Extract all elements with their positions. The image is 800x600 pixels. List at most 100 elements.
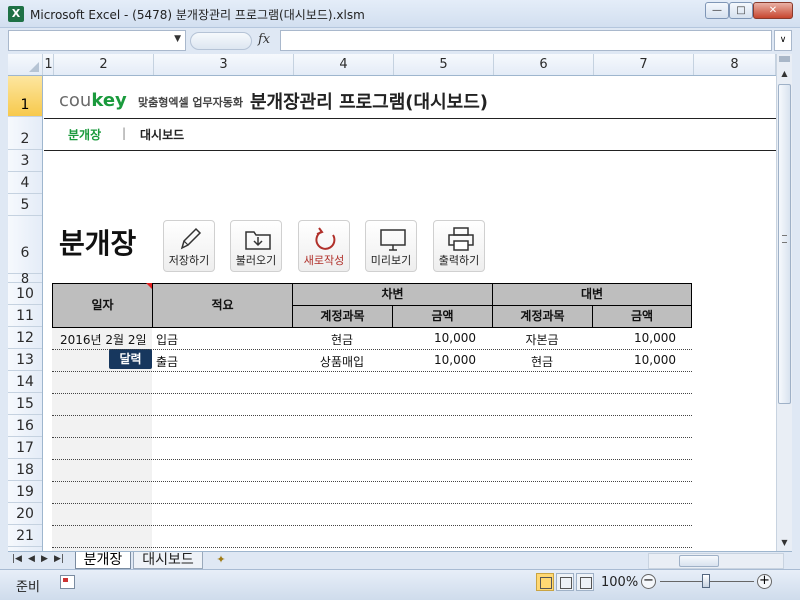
row-header-bar: 1 2 3 4 5 6 8 10 11 12 13 14 15 16 17 18…	[8, 76, 43, 551]
insert-sheet-icon[interactable]: ✦	[208, 553, 234, 568]
row-header[interactable]: 19	[8, 481, 42, 503]
column-header[interactable]: 1	[44, 54, 54, 75]
table-header-credit-amount: 금액	[592, 305, 692, 328]
row-header[interactable]: 14	[8, 371, 42, 393]
sheet-tab-bar: |◀ ◀ ▶ ▶| 분개장 대시보드 ✦	[8, 551, 792, 569]
horizontal-scrollbar[interactable]	[648, 553, 784, 569]
table-cell-credit-account[interactable]: 자본금	[492, 331, 592, 348]
first-sheet-icon[interactable]: |◀	[12, 554, 22, 564]
vertical-scroll-thumb[interactable]	[778, 84, 791, 404]
page-layout-view-button[interactable]	[556, 573, 574, 591]
row-header[interactable]: 2	[8, 117, 42, 150]
column-header[interactable]: 4	[294, 54, 394, 75]
chevron-down-icon[interactable]: ▼	[174, 34, 181, 44]
next-sheet-icon[interactable]: ▶	[41, 554, 48, 564]
prev-sheet-icon[interactable]: ◀	[28, 554, 35, 564]
table-cell-summary[interactable]: 입금	[156, 331, 178, 348]
status-bar: 준비 100% − +	[0, 569, 800, 600]
new-entry-button[interactable]: 새로작성	[298, 220, 350, 272]
column-header[interactable]: 7	[594, 54, 694, 75]
table-cell-debit-amount[interactable]: 10,000	[392, 353, 476, 367]
formula-input[interactable]	[280, 30, 772, 51]
table-row-divider	[52, 371, 692, 372]
sheet-canvas: coukey 맞춤형엑셀 업무자동화 분개장관리 프로그램(대시보드) 분개장 …	[44, 76, 776, 551]
sheet-tab-dashboard[interactable]: 대시보드	[133, 552, 203, 569]
row-header[interactable]: 8	[8, 273, 42, 286]
table-cell-credit-amount[interactable]: 10,000	[592, 331, 676, 345]
macro-record-icon[interactable]	[60, 575, 75, 589]
zoom-slider-thumb[interactable]	[702, 574, 710, 588]
column-header[interactable]: 5	[394, 54, 494, 75]
formula-bar-splitter[interactable]	[190, 32, 252, 50]
table-row-divider	[52, 327, 692, 328]
preview-button[interactable]: 미리보기	[365, 220, 417, 272]
table-row-divider	[52, 437, 692, 438]
coukey-logo: coukey	[59, 90, 127, 111]
horizontal-scroll-thumb[interactable]	[679, 555, 719, 567]
table-row-divider	[52, 393, 692, 394]
row-header[interactable]: 18	[8, 459, 42, 481]
row-header[interactable]: 5	[8, 194, 42, 216]
table-header-credit: 대변	[492, 283, 692, 306]
print-button[interactable]: 출력하기	[433, 220, 485, 272]
comment-indicator[interactable]	[146, 283, 152, 289]
normal-view-button[interactable]	[536, 573, 554, 591]
table-cell-summary[interactable]: 출금	[156, 353, 178, 370]
row-header[interactable]: 17	[8, 437, 42, 459]
zoom-in-icon[interactable]: +	[757, 574, 772, 589]
nav-link-dashboard[interactable]: 대시보드	[140, 126, 184, 143]
row-header[interactable]: 3	[8, 150, 42, 172]
calendar-picker-button[interactable]: 달력	[109, 349, 152, 369]
close-button[interactable]: ✕	[753, 2, 793, 19]
logo-tagline: 맞춤형엑셀 업무자동화	[138, 96, 244, 109]
zoom-level[interactable]: 100%	[601, 575, 638, 590]
table-row-divider	[52, 503, 692, 504]
nav-separator: |	[122, 126, 127, 140]
insert-function-icon[interactable]: fx	[258, 32, 270, 47]
load-button[interactable]: 불러오기	[230, 220, 282, 272]
table-header-debit: 차변	[292, 283, 493, 306]
table-row-divider	[52, 349, 692, 350]
split-handle[interactable]	[779, 56, 790, 62]
last-sheet-icon[interactable]: ▶|	[54, 554, 64, 564]
row-header[interactable]: 20	[8, 503, 42, 525]
table-cell-date[interactable]: 2016년 2월 2일	[60, 331, 147, 348]
table-header-summary: 적요	[152, 283, 293, 328]
vertical-scrollbar[interactable]: ▲ ▼	[776, 54, 792, 551]
page-break-view-button[interactable]	[576, 573, 594, 591]
column-header[interactable]: 2	[54, 54, 154, 75]
row-header[interactable]: 4	[8, 172, 42, 194]
table-cell-debit-account[interactable]: 상품매입	[292, 353, 392, 370]
row-header[interactable]: 6	[8, 216, 42, 274]
table-cell-debit-amount[interactable]: 10,000	[392, 331, 476, 345]
status-ready-text: 준비	[16, 580, 40, 595]
expand-formula-bar-button[interactable]: ∨	[774, 30, 792, 51]
minimize-button[interactable]: —	[705, 2, 729, 19]
row-header[interactable]: 11	[8, 305, 42, 327]
row-header[interactable]: 21	[8, 525, 42, 547]
table-cell-debit-account[interactable]: 현금	[292, 331, 392, 348]
row-header[interactable]: 16	[8, 415, 42, 437]
column-header[interactable]: 6	[494, 54, 594, 75]
row-header[interactable]: 12	[8, 327, 42, 349]
program-title: 분개장관리 프로그램(대시보드)	[250, 92, 488, 113]
row-header[interactable]: 1	[8, 76, 42, 117]
maximize-button[interactable]: □	[729, 2, 753, 19]
scroll-up-icon[interactable]: ▲	[777, 66, 792, 82]
sheet-tab-journal[interactable]: 분개장	[75, 552, 131, 569]
column-header[interactable]: 3	[154, 54, 294, 75]
table-row-divider	[52, 459, 692, 460]
zoom-out-icon[interactable]: −	[641, 574, 656, 589]
row-header[interactable]: 10	[8, 283, 42, 305]
select-all-corner[interactable]	[8, 54, 43, 75]
name-box[interactable]: ▼	[8, 30, 186, 51]
save-button[interactable]: 저장하기	[163, 220, 215, 272]
table-header-debit-account: 계정과목	[292, 305, 393, 328]
table-cell-credit-account[interactable]: 현금	[492, 353, 592, 370]
nav-link-journal[interactable]: 분개장	[68, 126, 101, 143]
row-header[interactable]: 15	[8, 393, 42, 415]
column-header[interactable]: 8	[694, 54, 776, 75]
table-cell-credit-amount[interactable]: 10,000	[592, 353, 676, 367]
row-header[interactable]: 13	[8, 349, 42, 371]
scroll-down-icon[interactable]: ▼	[777, 535, 792, 551]
